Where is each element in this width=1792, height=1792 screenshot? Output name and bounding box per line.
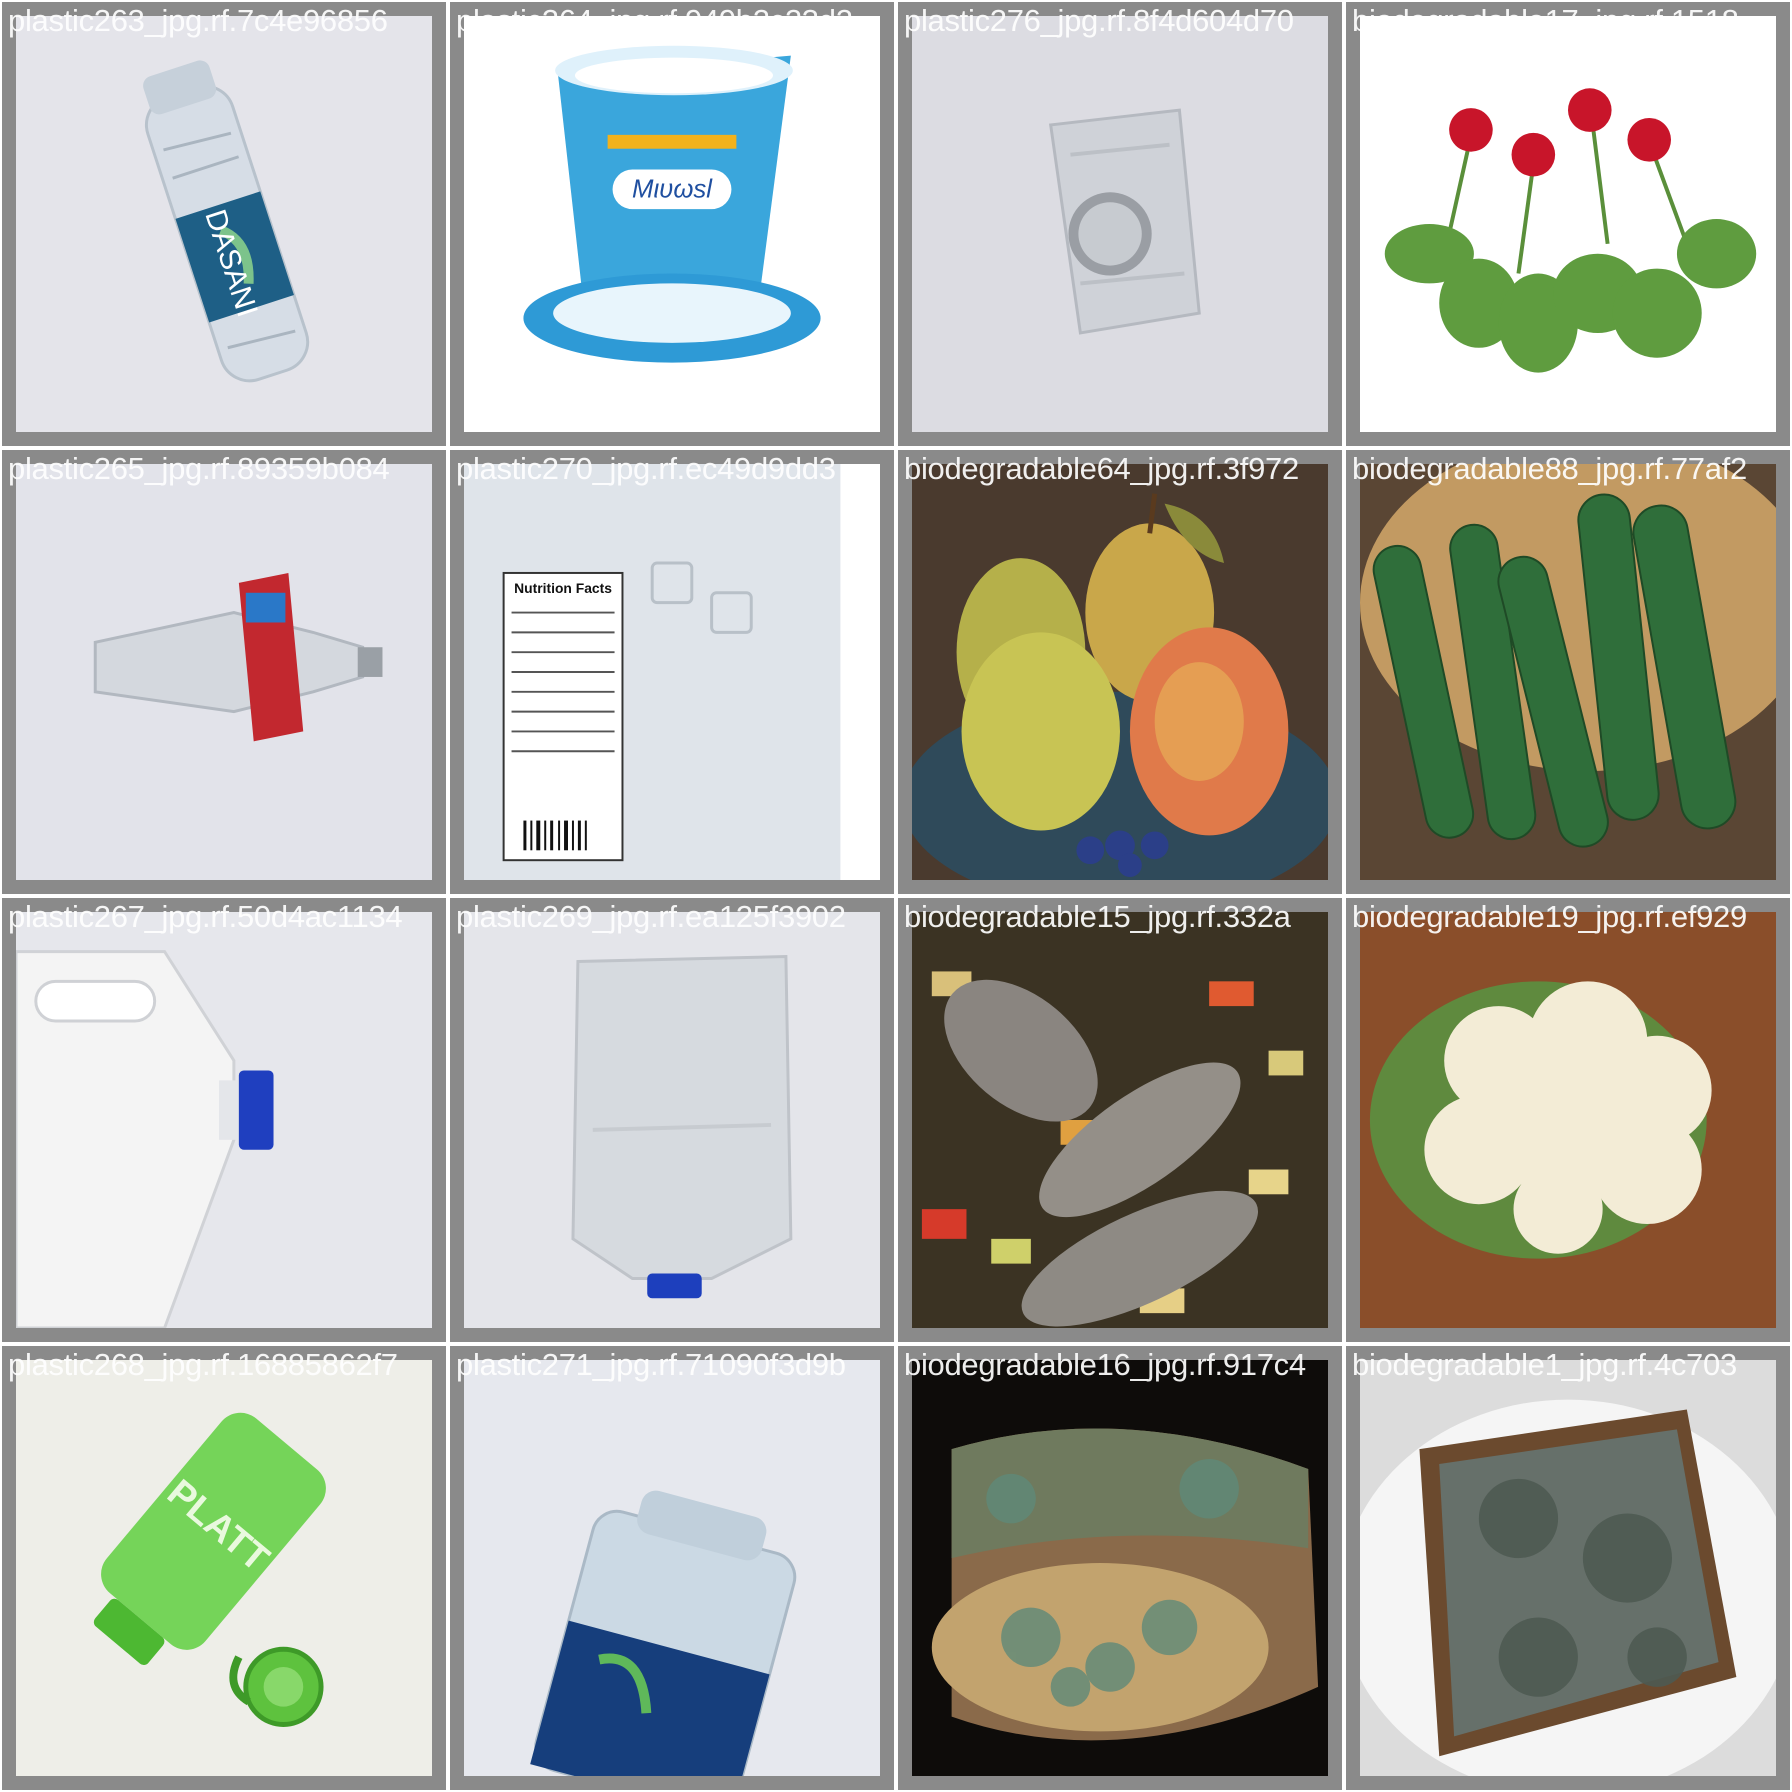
image-tile[interactable]: plastic267_jpg.rf.50d4ac1134 [0, 896, 448, 1344]
tile-photo [16, 912, 432, 1328]
image-tile[interactable]: plastic269_jpg.rf.ea125f3902 [448, 896, 896, 1344]
image-tile[interactable]: Nutrition Facts plastic270_jpg.rf.ec49d9… [448, 448, 896, 896]
tile-photo: Nutrition Facts [464, 464, 880, 880]
tile-photo [912, 1360, 1328, 1776]
tile-photo [1360, 912, 1776, 1328]
image-grid: DASANI plastic263_jpg.rf.7c4e96856 Mιυωs… [0, 0, 1792, 1792]
image-tile[interactable]: biodegradable1_jpg.rf.4c703 [1344, 1344, 1792, 1792]
tile-photo: Mιυωsl [464, 16, 880, 432]
image-tile[interactable]: Mιυωsl plastic264_jpg.rf.949b2c23d2 [448, 0, 896, 448]
nutrition-label-text: Nutrition Facts [514, 580, 612, 596]
image-tile[interactable]: biodegradable17_jpg.rf.1518 [1344, 0, 1792, 448]
image-tile[interactable]: plastic271_jpg.rf.71090f3d9b [448, 1344, 896, 1792]
tile-photo [16, 464, 432, 880]
image-tile[interactable]: PLATT plastic268_jpg.rf.16885862f7 [0, 1344, 448, 1792]
tile-photo [464, 912, 880, 1328]
tile-photo [912, 464, 1328, 880]
image-tile[interactable]: biodegradable16_jpg.rf.917c4 [896, 1344, 1344, 1792]
tile-photo [464, 1360, 880, 1776]
image-tile[interactable]: biodegradable19_jpg.rf.ef929 [1344, 896, 1792, 1344]
tile-photo: PLATT [16, 1360, 432, 1776]
tile-photo [912, 16, 1328, 432]
tile-photo [1360, 16, 1776, 432]
tile-photo [1360, 1360, 1776, 1776]
image-tile[interactable]: DASANI plastic263_jpg.rf.7c4e96856 [0, 0, 448, 448]
image-tile[interactable]: plastic265_jpg.rf.89359b084 [0, 448, 448, 896]
tile-photo [912, 912, 1328, 1328]
tile-photo [1360, 464, 1776, 880]
image-tile[interactable]: plastic276_jpg.rf.8f4d604d70 [896, 0, 1344, 448]
tile-photo: DASANI [16, 16, 432, 432]
image-tile[interactable]: biodegradable64_jpg.rf.3f972 [896, 448, 1344, 896]
image-tile[interactable]: biodegradable88_jpg.rf.77af2 [1344, 448, 1792, 896]
image-tile[interactable]: biodegradable15_jpg.rf.332a [896, 896, 1344, 1344]
cup-label-text: Mιυωsl [632, 175, 713, 203]
